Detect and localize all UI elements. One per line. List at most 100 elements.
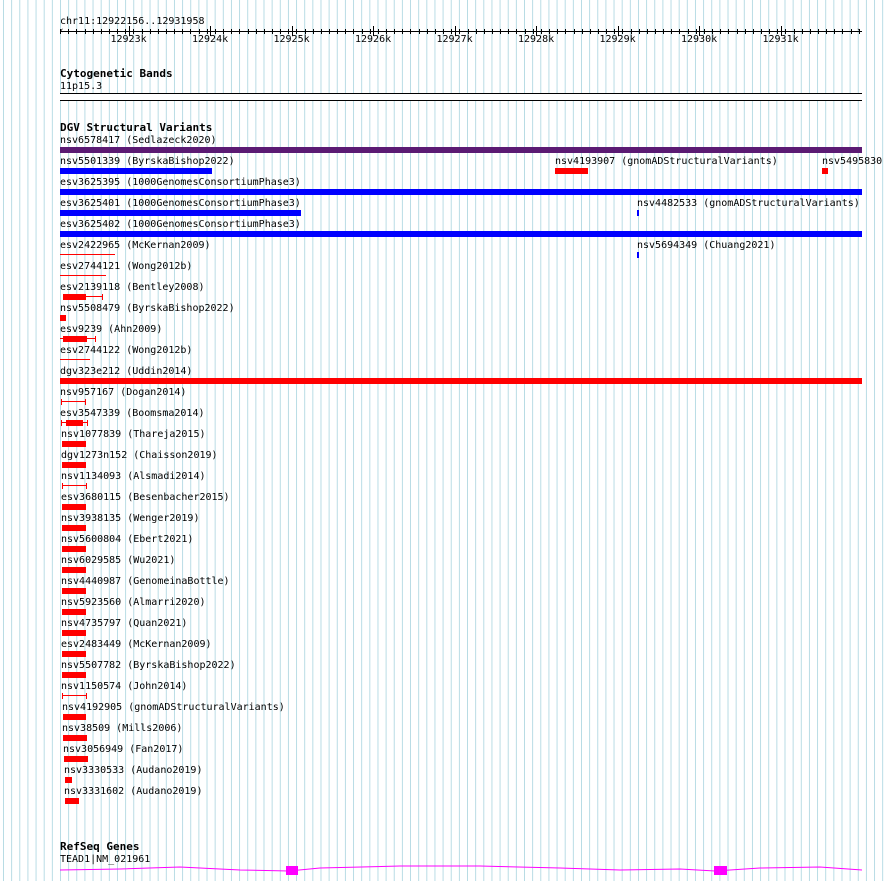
sv-bar[interactable]: [62, 504, 86, 510]
ruler-minor-tick: [858, 29, 860, 34]
sv-bar[interactable]: [822, 168, 828, 174]
sv-bar[interactable]: [62, 567, 86, 573]
sv-label[interactable]: nsv3938135 (Wenger2019): [61, 513, 199, 524]
sv-bar[interactable]: [60, 231, 862, 237]
ruler[interactable]: ‹ › 12923k12924k12925k12926k12927k12928k…: [59, 26, 862, 46]
sv-label[interactable]: esv2483449 (McKernan2009): [61, 639, 212, 650]
sv-bar[interactable]: [62, 441, 86, 447]
sv-label[interactable]: nsv4440987 (GenomeinaBottle): [61, 576, 230, 587]
sv-label[interactable]: nsv5923560 (Almarri2020): [61, 597, 206, 608]
ruler-tick-label: 12930k: [681, 34, 718, 45]
sv-label[interactable]: esv3625401 (1000GenomesConsortiumPhase3): [60, 198, 301, 209]
gene-model[interactable]: [60, 862, 862, 878]
sv-bar[interactable]: [62, 546, 86, 552]
sv-bar[interactable]: [62, 462, 86, 468]
ruler-tick-label: 12927k: [436, 34, 473, 45]
ruler-minor-tick: [842, 29, 844, 34]
ruler-minor-tick: [255, 29, 257, 34]
sv-label[interactable]: nsv5600804 (Ebert2021): [61, 534, 193, 545]
ruler-minor-tick: [744, 29, 746, 34]
sv-label[interactable]: nsv4192905 (gnomADStructuralVariants): [62, 702, 285, 713]
sv-bar[interactable]: [62, 525, 86, 531]
sv-bar[interactable]: [65, 777, 72, 783]
sv-label[interactable]: esv3680115 (Besenbacher2015): [61, 492, 230, 503]
sv-bar[interactable]: [637, 210, 639, 216]
sv-bar[interactable]: [60, 147, 862, 153]
sv-label[interactable]: esv3625395 (1000GenomesConsortiumPhase3): [60, 177, 301, 188]
sv-label[interactable]: nsv4193907 (gnomADStructuralVariants): [555, 156, 778, 167]
cytoband-outline[interactable]: [60, 93, 862, 101]
sv-label[interactable]: nsv3331602 (Audano2019): [64, 786, 202, 797]
ruler-tick-label: 12926k: [355, 34, 392, 45]
ruler-minor-tick: [100, 29, 102, 34]
sv-label[interactable]: nsv1150574 (John2014): [61, 681, 187, 692]
sv-label[interactable]: nsv6029585 (Wu2021): [61, 555, 175, 566]
sv-bar[interactable]: [60, 378, 862, 384]
sv-bar[interactable]: [62, 651, 86, 657]
sv-bar[interactable]: [65, 798, 79, 804]
dgv-track-title: DGV Structural Variants: [60, 121, 213, 134]
sv-label[interactable]: esv9239 (Ahn2009): [60, 324, 162, 335]
sv-bar: [61, 399, 62, 405]
ruler-tick-label: 12924k: [192, 34, 229, 45]
sv-label[interactable]: nsv38509 (Mills2006): [62, 723, 182, 734]
sv-label[interactable]: nsv1134093 (Alsmadi2014): [61, 471, 206, 482]
sv-bar[interactable]: [60, 168, 212, 174]
sv-label[interactable]: nsv957167 (Dogan2014): [60, 387, 186, 398]
ruler-minor-tick: [149, 29, 151, 34]
sv-label[interactable]: esv2744122 (Wong2012b): [60, 345, 192, 356]
sv-bar[interactable]: [62, 588, 86, 594]
sv-label[interactable]: nsv5495830: [822, 156, 882, 167]
sv-bar[interactable]: [63, 714, 86, 720]
ruler-minor-tick: [720, 29, 722, 34]
sv-bar[interactable]: [637, 252, 639, 258]
ruler-tick-label: 12925k: [273, 34, 310, 45]
sv-bar[interactable]: [62, 672, 86, 678]
sv-label[interactable]: nsv3056949 (Fan2017): [63, 744, 183, 755]
gene-exon: [714, 866, 727, 875]
sv-label[interactable]: nsv3330533 (Audano2019): [64, 765, 202, 776]
sv-bar[interactable]: [60, 210, 301, 216]
ruler-minor-tick: [166, 29, 167, 34]
sv-bar[interactable]: [63, 735, 87, 741]
ruler-minor-tick: [157, 29, 159, 34]
ruler-minor-tick: [671, 29, 673, 34]
sv-label[interactable]: esv2422965 (McKernan2009): [60, 240, 211, 251]
sv-label[interactable]: nsv5694349 (Chuang2021): [637, 240, 775, 251]
sv-bar[interactable]: [62, 609, 86, 615]
ruler-minor-tick: [834, 29, 836, 34]
ruler-tick-label: 12928k: [518, 34, 555, 45]
sv-bar[interactable]: [64, 756, 88, 762]
sv-bar[interactable]: [62, 695, 87, 696]
ruler-minor-tick: [68, 29, 70, 34]
sv-label[interactable]: nsv5507782 (ByrskaBishop2022): [61, 660, 236, 671]
sv-label[interactable]: esv3625402 (1000GenomesConsortiumPhase3): [60, 219, 301, 230]
sv-label[interactable]: nsv4482533 (gnomADStructuralVariants): [637, 198, 860, 209]
sv-bar[interactable]: [61, 401, 86, 402]
sv-label[interactable]: nsv5508479 (ByrskaBishop2022): [60, 303, 235, 314]
sv-bar[interactable]: [555, 168, 588, 174]
sv-label[interactable]: nsv6578417 (Sedlazeck2020): [60, 135, 217, 146]
sv-label[interactable]: dgv1273n152 (Chaisson2019): [61, 450, 218, 461]
sv-label[interactable]: esv2744121 (Wong2012b): [60, 261, 192, 272]
sv-label[interactable]: nsv4735797 (Quan2021): [61, 618, 187, 629]
sv-bar[interactable]: [60, 189, 862, 195]
ruler-minor-tick: [418, 29, 420, 34]
sv-label[interactable]: esv3547339 (Boomsma2014): [60, 408, 205, 419]
sv-bar[interactable]: [62, 485, 87, 486]
sv-label[interactable]: nsv1077839 (Thareja2015): [61, 429, 206, 440]
sv-label[interactable]: dgv323e212 (Uddin2014): [60, 366, 192, 377]
sv-bar[interactable]: [60, 359, 90, 360]
ruler-minor-tick: [663, 29, 665, 34]
sv-bar[interactable]: [60, 315, 66, 321]
sv-bar[interactable]: [60, 254, 115, 255]
ruler-minor-tick: [263, 29, 265, 34]
sv-label[interactable]: nsv5501339 (ByrskaBishop2022): [60, 156, 235, 167]
sv-label[interactable]: esv2139118 (Bentley2008): [60, 282, 205, 293]
sv-bar[interactable]: [62, 630, 86, 636]
sv-bar[interactable]: [60, 275, 106, 276]
ruler-minor-tick: [826, 29, 828, 34]
ruler-minor-tick: [638, 29, 640, 34]
ruler-minor-tick: [426, 29, 428, 34]
ruler-minor-tick: [655, 29, 656, 34]
